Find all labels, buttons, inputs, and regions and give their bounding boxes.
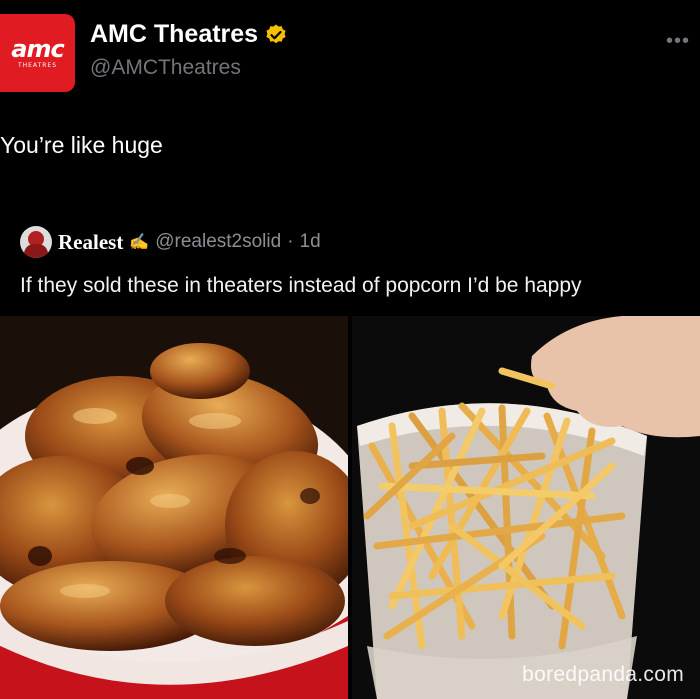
author-name-row: AMC Theatres [90,20,288,49]
pen-emoji-icon: ✍ [129,234,150,251]
logo-word: amc [11,34,64,63]
watermark: boredpanda.com [522,663,684,686]
tweet-text: You’re like huge [0,132,163,158]
quote-avatar[interactable] [20,226,52,258]
tweet-header: amc THEATRES AMC Theatres @AMCTheatres •… [0,0,700,100]
quote-author-handle[interactable]: @realest2solid [155,231,281,253]
french-fries-image[interactable] [352,316,700,699]
avatar-body-shape [24,244,48,258]
verified-badge-icon [266,24,286,43]
quote-timestamp[interactable]: 1d [300,231,321,253]
amc-avatar[interactable]: amc THEATRES [0,14,75,92]
chicken-wings-image[interactable] [0,316,348,699]
quote-separator: · [287,231,294,252]
author-handle[interactable]: @AMCTheatres [90,56,241,80]
quote-author-name[interactable]: Realest [58,230,123,255]
author-name[interactable]: AMC Theatres [90,20,258,49]
french-fries-illustration [352,316,700,699]
media-grid[interactable]: boredpanda.com [0,316,700,699]
more-dots-icon[interactable]: ••• [666,30,690,53]
logo-sub: THEATRES [17,61,58,69]
quote-text: If they sold these in theaters instead o… [20,274,582,297]
chicken-wings-illustration [0,316,348,699]
quote-header[interactable]: Realest ✍ @realest2solid · 1d [20,226,321,258]
